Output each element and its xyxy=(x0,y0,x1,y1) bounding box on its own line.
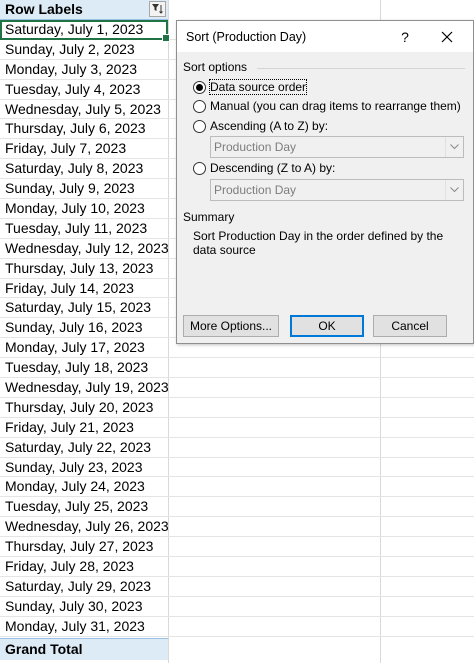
table-row[interactable]: Friday, July 21, 2023 xyxy=(0,418,474,438)
radio-label: Data source order xyxy=(208,79,308,95)
grand-total-label: Grand Total xyxy=(5,641,83,657)
row-label-cell[interactable]: Tuesday, July 18, 2023 xyxy=(5,359,148,375)
row-label-cell[interactable]: Wednesday, July 26, 2023 xyxy=(5,518,169,534)
divider xyxy=(257,68,465,69)
radio-label: Descending (Z to A) by: xyxy=(210,161,336,175)
table-row[interactable]: Wednesday, July 19, 2023 xyxy=(0,378,474,398)
row-label-cell[interactable]: Sunday, July 2, 2023 xyxy=(5,41,135,57)
table-row[interactable]: Thursday, July 20, 2023 xyxy=(0,398,474,418)
sort-options-label: Sort options xyxy=(183,60,248,74)
table-row[interactable]: Sunday, July 23, 2023 xyxy=(0,458,474,478)
summary-text: Sort Production Day in the order defined… xyxy=(193,229,444,257)
close-button[interactable] xyxy=(435,26,459,48)
ok-button[interactable]: OK xyxy=(290,315,364,337)
select-value: Production Day xyxy=(214,140,297,154)
cancel-button[interactable]: Cancel xyxy=(373,315,447,337)
radio-button[interactable] xyxy=(193,162,206,175)
row-label-cell[interactable]: Monday, July 31, 2023 xyxy=(5,618,145,634)
pivot-header[interactable]: Row Labels xyxy=(0,0,168,20)
cell-selection xyxy=(0,20,170,42)
row-label-cell[interactable]: Friday, July 28, 2023 xyxy=(5,558,134,574)
table-row[interactable]: Friday, July 28, 2023 xyxy=(0,557,474,577)
table-row[interactable]: Saturday, July 29, 2023 xyxy=(0,577,474,597)
help-button[interactable]: ? xyxy=(395,27,415,47)
dialog-title: Sort (Production Day) xyxy=(186,30,307,44)
row-label-cell[interactable]: Wednesday, July 12, 2023 xyxy=(5,240,169,256)
row-label-cell[interactable]: Friday, July 7, 2023 xyxy=(5,140,126,156)
row-label-cell[interactable]: Wednesday, July 5, 2023 xyxy=(5,101,161,117)
dropdown-arrow[interactable] xyxy=(445,137,463,157)
descending-field-select[interactable]: Production Day xyxy=(210,179,464,201)
table-row[interactable]: Monday, July 24, 2023 xyxy=(0,477,474,498)
row-label-cell[interactable]: Wednesday, July 19, 2023 xyxy=(5,379,169,395)
dropdown-arrow[interactable] xyxy=(445,180,463,200)
radio-button[interactable] xyxy=(193,120,206,133)
row-label-cell[interactable]: Sunday, July 9, 2023 xyxy=(5,180,135,196)
row-label-cell[interactable]: Friday, July 14, 2023 xyxy=(5,280,134,296)
row-label-cell[interactable]: Thursday, July 20, 2023 xyxy=(5,399,153,415)
radio-button[interactable] xyxy=(193,100,206,113)
chevron-down-icon xyxy=(450,144,459,150)
sort-dialog: Sort (Production Day) ? Sort options Dat… xyxy=(176,20,474,344)
table-row[interactable]: Saturday, July 22, 2023 xyxy=(0,438,474,458)
more-options-button[interactable]: More Options... xyxy=(183,315,279,337)
row-label-cell[interactable]: Tuesday, July 11, 2023 xyxy=(5,220,147,236)
row-label-cell[interactable]: Thursday, July 27, 2023 xyxy=(5,538,153,554)
radio-label: Ascending (A to Z) by: xyxy=(210,119,329,133)
table-row[interactable]: Tuesday, July 18, 2023 xyxy=(0,358,474,379)
dialog-titlebar: Sort (Production Day) ? xyxy=(177,21,473,52)
row-label-cell[interactable]: Sunday, July 23, 2023 xyxy=(5,459,143,475)
row-label-cell[interactable]: Thursday, July 13, 2023 xyxy=(5,260,153,276)
table-row[interactable]: Monday, July 31, 2023 xyxy=(0,617,474,637)
row-label-cell[interactable]: Sunday, July 16, 2023 xyxy=(5,319,143,335)
row-label-cell[interactable]: Saturday, July 8, 2023 xyxy=(5,160,143,176)
grand-total-row[interactable]: Grand Total xyxy=(0,638,168,660)
row-label-cell[interactable]: Saturday, July 29, 2023 xyxy=(5,578,151,594)
filter-sort-button[interactable] xyxy=(149,1,166,17)
ascending-field-select[interactable]: Production Day xyxy=(210,136,464,158)
row-label-cell[interactable]: Thursday, July 6, 2023 xyxy=(5,120,146,136)
close-icon xyxy=(441,31,453,43)
row-label-cell[interactable]: Friday, July 21, 2023 xyxy=(5,419,134,435)
row-label-cell[interactable]: Monday, July 24, 2023 xyxy=(5,478,145,494)
table-row[interactable]: Tuesday, July 25, 2023 xyxy=(0,497,474,518)
row-label-cell[interactable]: Tuesday, July 4, 2023 xyxy=(5,81,140,97)
row-labels-header: Row Labels xyxy=(5,1,83,17)
row-label-cell[interactable]: Sunday, July 30, 2023 xyxy=(5,598,143,614)
row-label-cell[interactable]: Monday, July 17, 2023 xyxy=(5,339,145,355)
radio-label: Manual (you can drag items to rearrange … xyxy=(210,99,461,113)
filter-sort-icon xyxy=(152,4,163,14)
row-label-cell[interactable]: Monday, July 3, 2023 xyxy=(5,61,137,77)
summary-label: Summary xyxy=(183,210,235,224)
table-row[interactable]: Wednesday, July 26, 2023 xyxy=(0,517,474,538)
row-label-cell[interactable]: Saturday, July 22, 2023 xyxy=(5,439,151,455)
table-row[interactable]: Sunday, July 30, 2023 xyxy=(0,597,474,617)
table-row[interactable]: Thursday, July 27, 2023 xyxy=(0,537,474,558)
row-label-cell[interactable]: Monday, July 10, 2023 xyxy=(5,200,145,216)
row-label-cell[interactable]: Tuesday, July 25, 2023 xyxy=(5,498,148,514)
radio-button[interactable] xyxy=(193,81,206,94)
chevron-down-icon xyxy=(450,187,459,193)
select-value: Production Day xyxy=(214,183,297,197)
row-label-cell[interactable]: Saturday, July 15, 2023 xyxy=(5,299,151,315)
